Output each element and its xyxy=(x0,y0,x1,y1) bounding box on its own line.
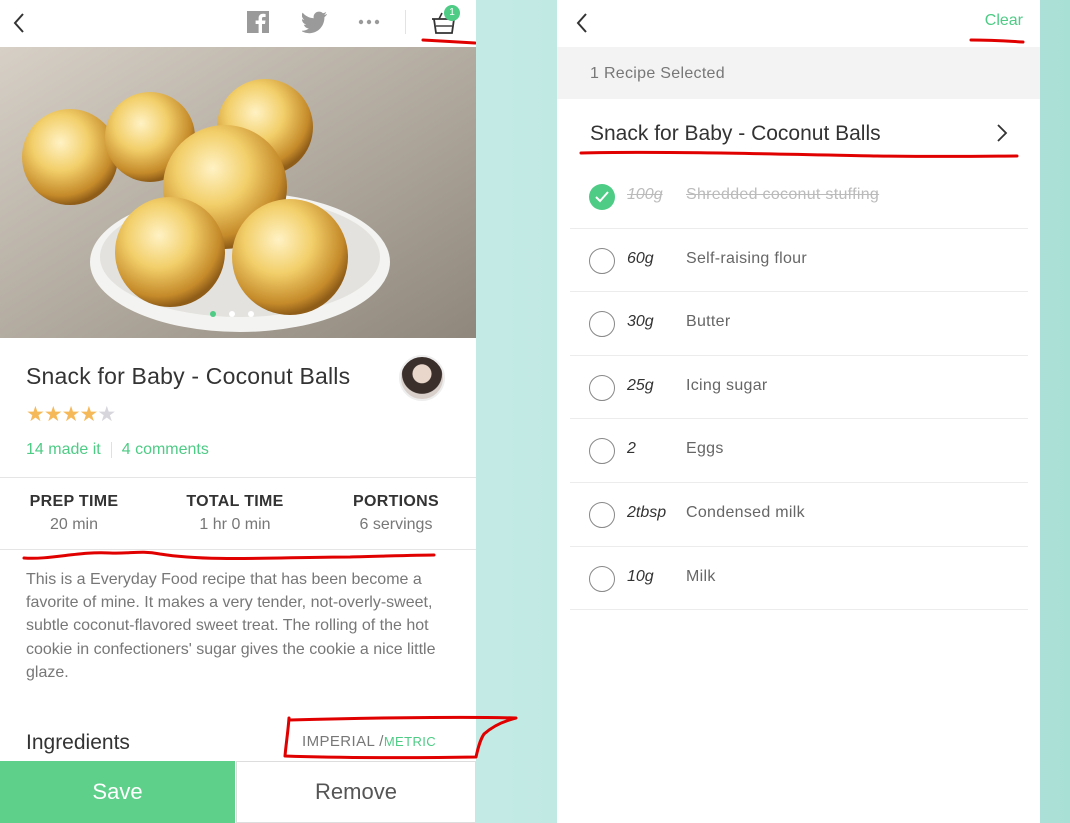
imperial-option[interactable]: IMPERIAL / xyxy=(302,733,384,750)
ingredient-name: Condensed milk xyxy=(686,503,805,521)
ingredient-quantity: 100g xyxy=(627,186,663,203)
ingredient-name: Shredded coconut stuffing xyxy=(686,186,880,203)
top-bar: Clear xyxy=(557,0,1040,46)
author-avatar[interactable] xyxy=(399,355,445,401)
stat-value: 1 hr 0 min xyxy=(199,516,271,533)
ingredient-quantity: 10g xyxy=(627,567,654,585)
checkbox-checked-icon[interactable] xyxy=(589,184,615,210)
ingredient-quantity: 60g xyxy=(627,249,654,267)
carousel-dot-1[interactable] xyxy=(210,311,216,317)
carousel-dot-3[interactable] xyxy=(248,311,254,317)
cart-count-badge: 1 xyxy=(444,5,460,21)
ingredient-item[interactable]: 100g Shredded coconut stuffing xyxy=(570,165,1028,229)
star-icon: ★ xyxy=(79,403,98,426)
checkbox-icon[interactable] xyxy=(589,247,615,274)
stat-label: PREP TIME xyxy=(29,493,119,510)
recipe-photo[interactable] xyxy=(0,47,476,338)
carousel-dot-2[interactable] xyxy=(229,311,235,317)
recipe-description: This is a Everyday Food recipe that has … xyxy=(26,571,436,681)
ingredient-item[interactable]: 2 Eggs xyxy=(570,419,1028,483)
carousel-dots[interactable] xyxy=(210,311,254,317)
checkbox-icon[interactable] xyxy=(589,501,615,528)
selection-summary-bar: 1 Recipe Selected xyxy=(557,47,1040,99)
back-chevron-icon[interactable] xyxy=(575,12,589,34)
ingredient-name: Eggs xyxy=(686,440,724,458)
star-icon: ★ xyxy=(97,403,116,426)
unit-toggle[interactable]: IMPERIAL /METRIC xyxy=(302,733,436,750)
stat-value: 6 servings xyxy=(359,516,433,533)
checkbox-icon[interactable] xyxy=(589,374,615,401)
star-rating: ★★★★★ xyxy=(26,402,116,427)
chevron-right-icon xyxy=(996,123,1008,148)
clear-button[interactable]: Clear xyxy=(985,12,1023,30)
ingredient-quantity: 25g xyxy=(627,376,654,394)
checkbox-icon[interactable] xyxy=(589,565,615,592)
red-underline-annotation xyxy=(22,550,436,561)
star-icon: ★ xyxy=(43,403,63,426)
ingredient-quantity: 30g xyxy=(627,313,654,331)
back-chevron-icon[interactable] xyxy=(12,12,26,34)
ingredient-name: Self-raising flour xyxy=(686,249,808,267)
ingredient-checklist: 100g Shredded coconut stuffing 60g Self-… xyxy=(570,165,1028,611)
more-options-icon[interactable] xyxy=(358,12,380,38)
ingredient-item[interactable]: 60g Self-raising flour xyxy=(570,229,1028,293)
ingredient-quantity: 2tbsp xyxy=(627,503,667,521)
red-underline-annotation xyxy=(969,38,1025,44)
comments-link[interactable]: 4 comments xyxy=(122,441,209,459)
meta-separator xyxy=(110,442,112,458)
stat-label: PORTIONS xyxy=(353,493,439,510)
shopping-list-screen: Clear 1 Recipe Selected Snack for Baby -… xyxy=(557,0,1040,823)
recipe-meta: 14 made it 4 comments xyxy=(26,441,209,459)
made-it-link[interactable]: 14 made it xyxy=(26,441,101,459)
facebook-icon[interactable] xyxy=(247,10,269,36)
checkbox-icon[interactable] xyxy=(589,311,615,338)
recipe-title: Snack for Baby - Coconut Balls xyxy=(26,363,351,389)
divider xyxy=(0,549,476,550)
star-icon: ★ xyxy=(61,403,81,426)
twitter-icon[interactable] xyxy=(300,10,328,36)
total-time-stat: TOTAL TIME 1 hr 0 min xyxy=(170,493,300,534)
ingredient-item[interactable]: 25g Icing sugar xyxy=(570,356,1028,420)
checkbox-icon[interactable] xyxy=(589,438,615,465)
ingredient-item[interactable]: 2tbsp Condensed milk xyxy=(570,483,1028,547)
coconut-balls-image xyxy=(0,47,476,338)
ingredient-name: Icing sugar xyxy=(686,376,768,394)
recipes-selected-count: 1 Recipe Selected xyxy=(590,65,725,82)
ingredient-item[interactable]: 30g Butter xyxy=(570,292,1028,356)
selected-recipe-row[interactable]: Snack for Baby - Coconut Balls xyxy=(557,99,1040,165)
ingredient-name: Milk xyxy=(686,567,716,585)
remove-button[interactable]: Remove xyxy=(236,761,476,823)
ingredient-item[interactable]: 10g Milk xyxy=(570,547,1028,611)
ingredients-heading: Ingredients xyxy=(26,731,130,754)
red-underline-annotation xyxy=(579,150,1019,158)
top-bar: 1 xyxy=(0,0,476,46)
star-icon: ★ xyxy=(26,403,45,426)
stat-value: 20 min xyxy=(49,516,99,533)
divider xyxy=(0,477,476,478)
toolbar-divider xyxy=(405,10,406,34)
recipe-detail-screen: 1 Snack for Baby - Coconut Balls ★★★★★ 1… xyxy=(0,0,476,823)
ingredient-quantity: 2 xyxy=(627,440,636,458)
stat-label: TOTAL TIME xyxy=(186,493,284,510)
selected-recipe-name: Snack for Baby - Coconut Balls xyxy=(590,122,881,145)
prep-time-stat: PREP TIME 20 min xyxy=(9,493,139,534)
portions-stat: PORTIONS 6 servings xyxy=(331,493,461,534)
save-button[interactable]: Save xyxy=(0,761,235,823)
metric-option[interactable]: METRIC xyxy=(384,734,436,749)
ingredient-name: Butter xyxy=(686,313,731,331)
